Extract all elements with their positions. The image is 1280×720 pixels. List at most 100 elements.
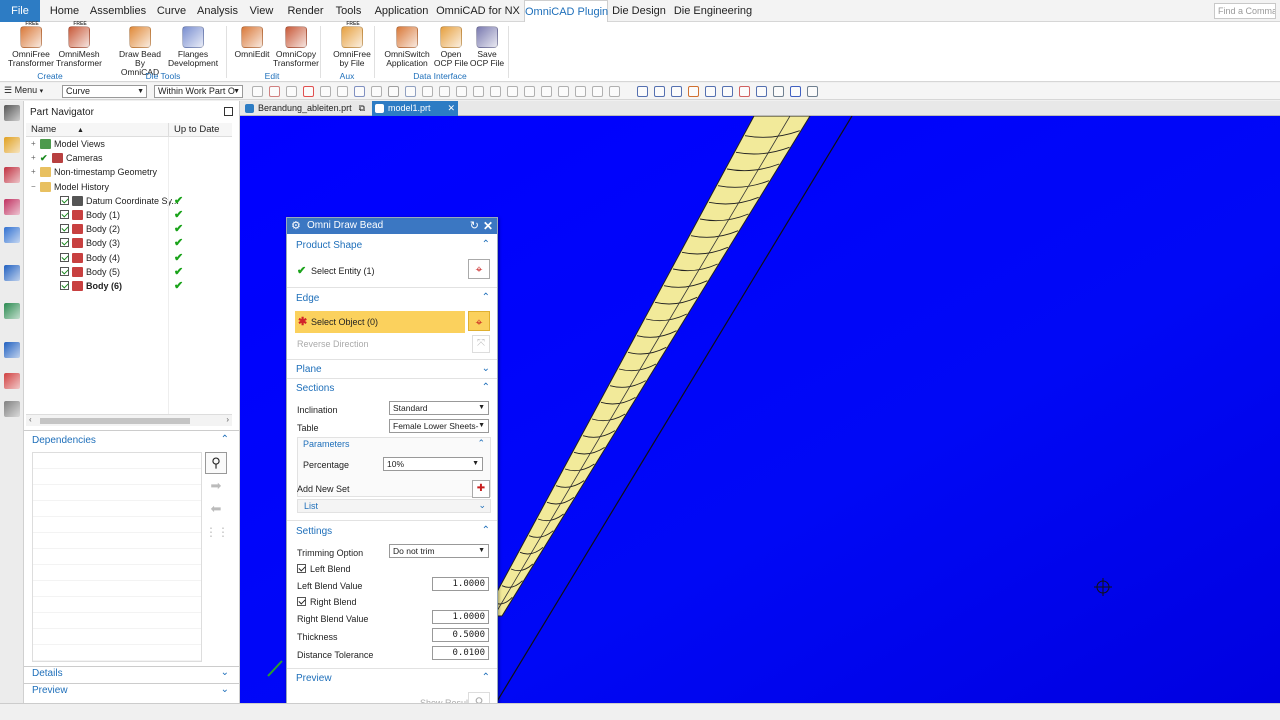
save-file-button[interactable]: Save OCP File — [462, 24, 512, 68]
column-name-header[interactable]: Name ▲ — [26, 123, 168, 137]
visibility-checkbox[interactable] — [60, 224, 69, 234]
toolbar-tool-icon[interactable] — [541, 86, 552, 97]
scrollbar-thumb[interactable] — [40, 418, 190, 424]
type-filter-select[interactable]: Curve ▼ — [62, 85, 147, 98]
constraint-navigator-icon[interactable] — [4, 199, 20, 215]
maximize-icon[interactable] — [224, 107, 233, 116]
plane-header[interactable]: Plane — [296, 364, 322, 375]
flanges-button[interactable]: Flanges Development — [168, 24, 218, 68]
menu-tab-analysis[interactable]: Analysis — [195, 0, 240, 22]
history-icon[interactable] — [4, 265, 20, 281]
menu-tab-home[interactable]: Home — [44, 0, 85, 22]
details-header[interactable]: Details — [32, 668, 63, 679]
omniedit-button[interactable]: OmniEdit — [227, 24, 277, 59]
collapse-icon[interactable]: ⌃ — [477, 438, 485, 449]
collapse-icon[interactable]: ⌃ — [482, 292, 490, 303]
menu-tab-die-design[interactable]: Die Design — [611, 0, 667, 22]
toolbar-tool-icon[interactable] — [558, 86, 569, 97]
toolbar-tool-icon[interactable] — [371, 86, 382, 97]
right-blend-checkbox[interactable] — [297, 597, 306, 606]
magnify-icon[interactable]: ⚲ — [205, 452, 227, 474]
visibility-checkbox[interactable] — [60, 266, 69, 276]
toolbar-tool-icon[interactable] — [637, 86, 648, 97]
left-blend-checkbox[interactable] — [297, 564, 306, 573]
expand-icon[interactable]: ⌄ — [221, 684, 229, 695]
tree-row[interactable]: Body (4) ✔ — [26, 251, 232, 265]
close-icon[interactable]: ✕ — [483, 218, 493, 234]
omnifree-button[interactable]: FREE OmniFree Transformer — [6, 21, 56, 68]
toolbar-tool-icon[interactable] — [422, 86, 433, 97]
toolbar-tool-icon[interactable] — [609, 86, 620, 97]
product-shape-header[interactable]: Product Shape — [296, 240, 362, 251]
collapse-icon[interactable]: ⌃ — [482, 382, 490, 393]
toolbar-tool-icon[interactable] — [388, 86, 399, 97]
tree-row[interactable]: Body (2) ✔ — [26, 222, 232, 236]
visibility-checkbox[interactable] — [60, 210, 69, 219]
menu-tab-curve[interactable]: Curve — [153, 0, 190, 22]
arrow-left-icon[interactable]: ⬅ — [205, 501, 227, 521]
select-entity-label[interactable]: Select Entity (1) — [311, 266, 375, 276]
toolbar-tool-icon[interactable] — [773, 86, 784, 97]
document-tab[interactable]: Berandung_ableiten.prt ⧉ — [242, 101, 368, 116]
inclination-select[interactable]: Standard ▼ — [389, 401, 489, 415]
tree-row[interactable]: Body (3) ✔ — [26, 236, 232, 250]
toolbar-tool-icon[interactable] — [688, 86, 699, 97]
toolbar-tool-icon[interactable] — [790, 86, 801, 97]
distance-tolerance-input[interactable]: 0.0100 — [432, 646, 489, 660]
toolbar-tool-icon[interactable] — [337, 86, 348, 97]
edge-header[interactable]: Edge — [296, 293, 319, 304]
menu-tab-file[interactable]: File — [0, 0, 40, 22]
settings-gear-icon[interactable] — [4, 105, 20, 121]
dependencies-header[interactable]: Dependencies — [32, 435, 96, 446]
menu-tab-assemblies[interactable]: Assemblies — [89, 0, 147, 22]
part-navigator-icon[interactable] — [4, 137, 20, 153]
collapse-icon[interactable]: ⌃ — [482, 525, 490, 536]
table-select[interactable]: Female Lower Sheets- ▼ — [389, 419, 489, 433]
tree-row[interactable]: Datum Coordinate Sy... ✔ — [26, 194, 232, 208]
expand-icon[interactable]: + — [31, 151, 39, 165]
toolbar-tool-icon[interactable] — [320, 86, 331, 97]
toolbar-tool-icon[interactable] — [439, 86, 450, 97]
reuse-library-icon[interactable] — [4, 227, 20, 243]
gear-icon[interactable]: ⚙ — [291, 218, 301, 234]
menu-tab-render[interactable]: Render — [283, 0, 328, 22]
toolbar-tool-icon[interactable] — [269, 86, 280, 97]
toolbar-tool-icon[interactable] — [490, 86, 501, 97]
toolbar-tool-icon[interactable] — [303, 86, 314, 97]
visibility-checkbox[interactable] — [60, 252, 69, 262]
left-blend-value-input[interactable]: 1.0000 — [432, 577, 489, 591]
pin-tab-icon[interactable]: ⧉ — [359, 101, 365, 116]
percentage-select[interactable]: 10% ▼ — [383, 457, 483, 471]
toolbar-tool-icon[interactable] — [654, 86, 665, 97]
tree-row[interactable]: Body (6) ✔ — [26, 279, 232, 293]
reverse-direction-button[interactable]: ⤧ — [472, 335, 490, 353]
toolbar-tool-icon[interactable] — [524, 86, 535, 97]
right-blend-value-input[interactable]: 1.0000 — [432, 610, 489, 624]
crosshair-select-button[interactable]: ⌖ — [468, 259, 490, 279]
roles-icon[interactable] — [4, 401, 20, 417]
reset-icon[interactable]: ↻ — [470, 218, 479, 234]
menu-tab-die-engineering[interactable]: Die Engineering — [673, 0, 753, 22]
parameters-header[interactable]: Parameters — [303, 439, 350, 449]
scroll-left-icon[interactable]: ‹ — [29, 415, 32, 424]
collapse-icon[interactable]: ⌃ — [221, 434, 229, 445]
toolbar-tool-icon[interactable] — [575, 86, 586, 97]
sections-header[interactable]: Sections — [296, 383, 334, 394]
palette-icon[interactable] — [4, 373, 20, 389]
visibility-checkbox[interactable] — [60, 195, 69, 205]
document-tab[interactable]: model1.prt ✕ — [372, 101, 458, 116]
select-object-row[interactable]: ✱ Select Object (0) — [295, 311, 465, 333]
toolbar-tool-icon[interactable] — [671, 86, 682, 97]
scroll-right-icon[interactable]: › — [226, 415, 229, 424]
toolbar-tool-icon[interactable] — [722, 86, 733, 97]
menu-tab-application[interactable]: Application — [372, 0, 431, 22]
menu-tab-omnicad-for-nx[interactable]: OmniCAD for NX — [436, 0, 520, 22]
toolbar-tool-icon[interactable] — [507, 86, 518, 97]
toolbar-tool-icon[interactable] — [739, 86, 750, 97]
close-tab-icon[interactable]: ✕ — [447, 101, 455, 116]
assembly-navigator-icon[interactable] — [4, 167, 20, 183]
toolbar-tool-icon[interactable] — [456, 86, 467, 97]
menu-tab-omnicad-plugin[interactable]: OmniCAD Plugin — [524, 0, 608, 22]
omnimesh-button[interactable]: FREE OmniMesh Transformer — [54, 21, 104, 68]
visible-check-icon[interactable]: ✔ — [40, 151, 48, 165]
